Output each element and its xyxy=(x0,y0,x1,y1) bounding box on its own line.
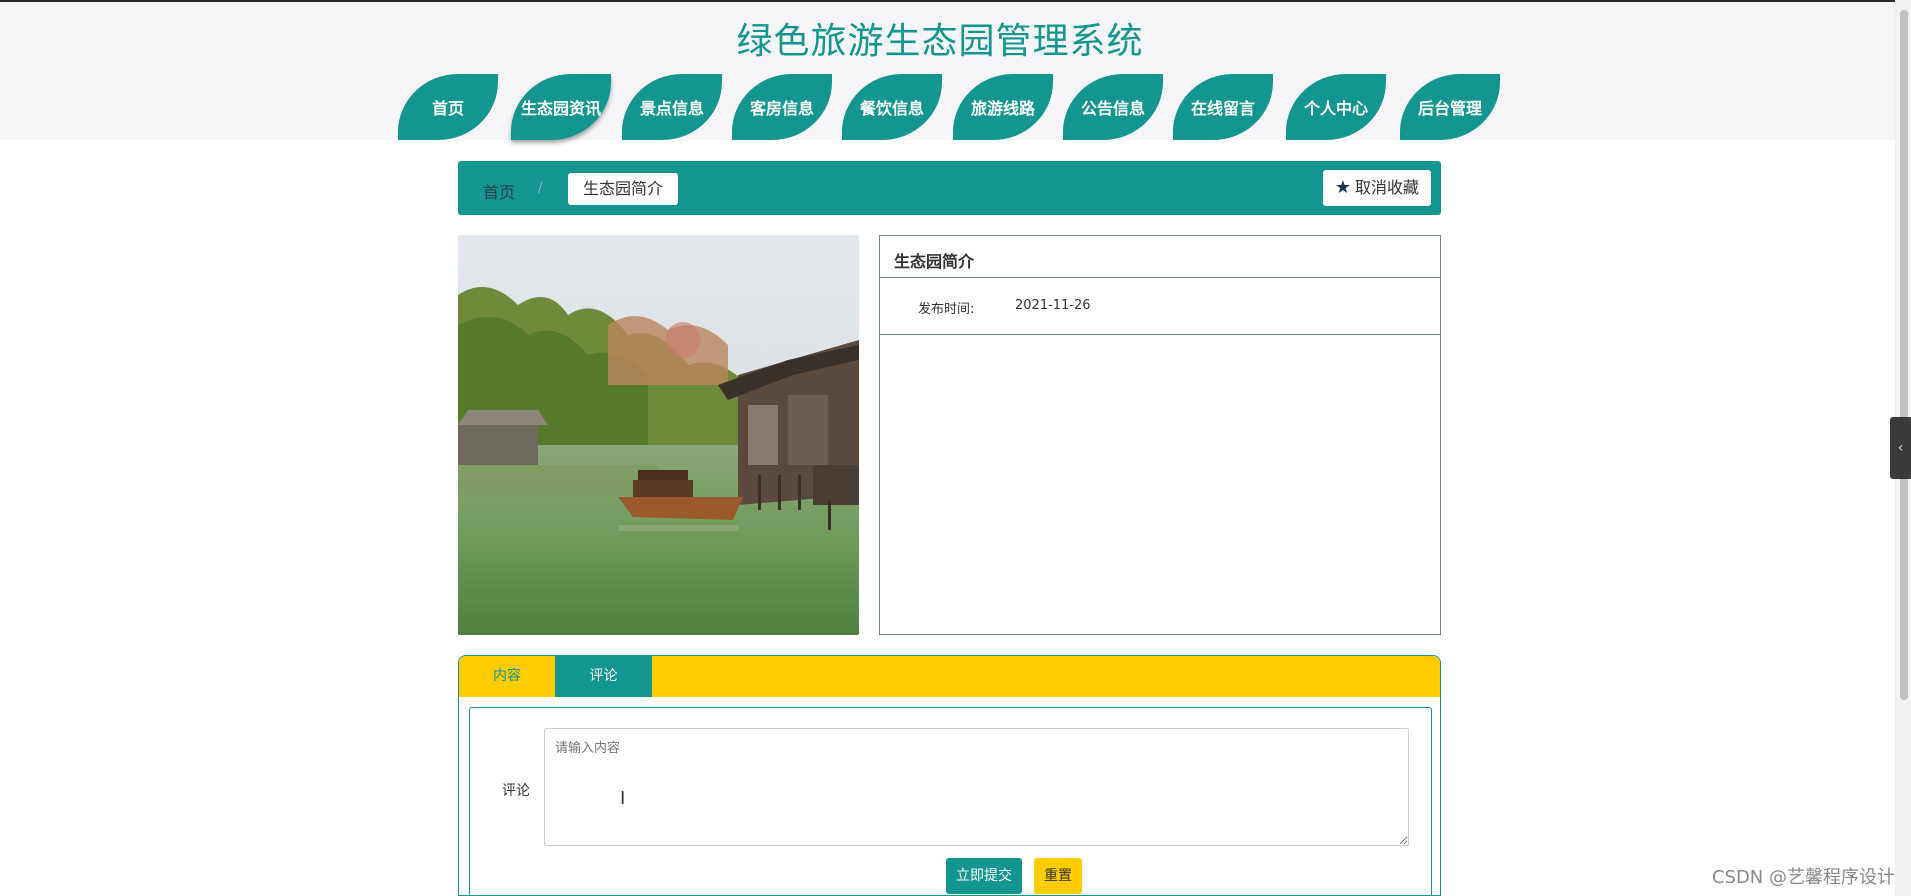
detail-title: 生态园简介 xyxy=(880,236,1440,278)
scrollbar-thumb[interactable] xyxy=(1900,10,1908,700)
submit-button[interactable]: 立即提交 xyxy=(946,858,1022,894)
breadcrumb: 首页 / 生态园简介 ★ 取消收藏 xyxy=(458,161,1441,215)
reset-button[interactable]: 重置 xyxy=(1034,858,1082,894)
publish-time-label: 发布时间: xyxy=(918,302,975,317)
site-title: 绿色旅游生态园管理系统 xyxy=(736,21,1144,62)
chevron-left-icon[interactable]: ‹ xyxy=(1890,417,1911,479)
breadcrumb-home-link[interactable]: 首页 xyxy=(483,179,515,203)
nav-item-rooms[interactable]: 客房信息 xyxy=(732,74,832,140)
nav-item-messages[interactable]: 在线留言 xyxy=(1173,74,1273,140)
nav-item-profile[interactable]: 个人中心 xyxy=(1286,74,1386,140)
nav-item-notices[interactable]: 公告信息 xyxy=(1063,74,1163,140)
publish-time-row: 发布时间: 2021-11-26 xyxy=(880,278,1440,335)
watermark: CSDN @艺馨程序设计 xyxy=(1711,867,1895,888)
content-tabs: 内容 评论 评论 立即提交 重置 xyxy=(458,655,1441,896)
comment-label: 评论 xyxy=(502,783,530,799)
breadcrumb-current: 生态园简介 xyxy=(568,173,679,205)
nav-item-attractions[interactable]: 景点信息 xyxy=(622,74,722,140)
text-cursor-icon: Ι xyxy=(620,788,626,809)
star-icon: ★ xyxy=(1334,177,1351,198)
tab-bar: 内容 评论 xyxy=(459,656,1440,697)
nav-item-dining[interactable]: 餐饮信息 xyxy=(842,74,942,140)
main-nav: 首页 生态园资讯 景点信息 客房信息 餐饮信息 旅游线路 公告信息 在线留言 个… xyxy=(0,74,1895,140)
nav-item-home[interactable]: 首页 xyxy=(398,74,498,140)
nav-item-routes[interactable]: 旅游线路 xyxy=(953,74,1053,140)
comment-textarea[interactable] xyxy=(544,728,1409,846)
nav-item-admin[interactable]: 后台管理 xyxy=(1400,74,1500,140)
cancel-favorite-label: 取消收藏 xyxy=(1354,178,1419,197)
publish-time-value: 2021-11-26 xyxy=(1015,298,1091,313)
site-header: 绿色旅游生态园管理系统 首页 生态园资讯 景点信息 客房信息 餐饮信息 旅游线路… xyxy=(0,2,1895,140)
park-photo xyxy=(458,235,859,635)
tab-comment[interactable]: 评论 xyxy=(555,656,652,697)
nav-item-news[interactable]: 生态园资讯 xyxy=(511,74,611,140)
breadcrumb-separator: / xyxy=(538,181,543,196)
comment-form: 评论 立即提交 重置 xyxy=(469,707,1432,895)
tab-content[interactable]: 内容 xyxy=(459,656,555,697)
detail-panel: 生态园简介 发布时间: 2021-11-26 xyxy=(879,235,1441,635)
cancel-favorite-button[interactable]: ★ 取消收藏 xyxy=(1322,170,1431,206)
